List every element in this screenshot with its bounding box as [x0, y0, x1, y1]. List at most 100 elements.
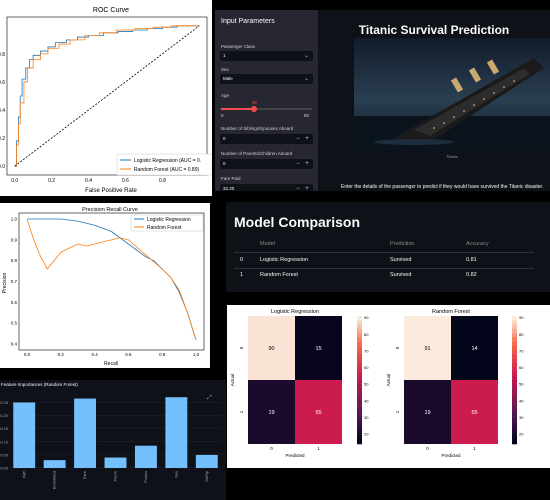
pr-ytick-label: 0.8	[11, 258, 18, 263]
roc-xtick-label: 0.0	[11, 178, 18, 184]
pr-plot-area	[18, 212, 205, 351]
fi-xtick-label: Pclass	[143, 471, 148, 483]
heatmap-cell-value: 19	[268, 410, 274, 416]
fi-toolbar-icon[interactable]: ⤢	[207, 394, 212, 401]
chevron-down-icon: ⌄	[303, 76, 309, 82]
pr-xtick-label: 0.8	[159, 352, 166, 357]
parch-decrement-button[interactable]: −	[294, 159, 302, 169]
age-slider[interactable]	[221, 106, 312, 112]
pr-xtick-label: 0.2	[58, 352, 65, 357]
colorbar-segment	[512, 435, 517, 441]
fi-xtick-label: Parch	[113, 471, 118, 481]
colorbar-tick-label: 30	[364, 415, 369, 420]
colorbar-tick-label: 70	[364, 348, 369, 353]
fare-increment-button[interactable]: +	[303, 184, 311, 191]
colorbar-tick-label: 90	[364, 315, 369, 320]
age-slider-fill	[221, 108, 254, 110]
heatmaps-panel: Logistic Regression 90 15 19 55 0 1 0 1 Predicted…	[227, 305, 550, 468]
heatmap-cell-value: 55	[471, 410, 477, 416]
table-row: 0 Logistic Regression Survived 0.81	[226, 253, 550, 268]
fi-bar	[43, 460, 66, 468]
pr-ytick-label: 0.6	[11, 300, 18, 305]
pr-xtick-label: 0.0	[24, 352, 31, 357]
colorbar-tick-label: 30	[519, 415, 524, 420]
parch-increment-button[interactable]: +	[303, 159, 311, 169]
sibsp-value: 0	[223, 136, 226, 141]
pr-xtick-label: 0.4	[91, 352, 98, 357]
age-slider-max: 80	[304, 113, 310, 118]
colorbar-tick-label: 80	[364, 332, 369, 337]
age-slider-min: 0	[221, 113, 224, 118]
pr-chart: Precision Recall Curve 0.0 0.2 0.4 0.6 0.8 1.…	[2, 207, 205, 367]
colorbar-segment	[357, 435, 362, 441]
colorbar-tick-label: 60	[364, 365, 369, 370]
fi-ytick-label: 0.20	[0, 413, 9, 418]
fi-bar	[195, 454, 218, 468]
colorbar-tick-label: 40	[364, 398, 369, 403]
fare-input[interactable]: 32.20 − +	[220, 184, 313, 191]
passenger-class-select[interactable]: 1 ⌄	[220, 51, 313, 61]
fi-bar	[74, 398, 97, 468]
colorbar-segment	[512, 341, 517, 347]
fi-ytick-label: 0.10	[0, 439, 9, 444]
parch-label: Number of Parents/Children Aboard	[221, 151, 293, 156]
roc-legend-rf: Random Forest (AUC = 0.89)	[134, 167, 199, 173]
feature-importance-chart: Feature Importances (Random Forest) ⤢ 0.…	[0, 382, 222, 489]
passenger-class-label: Passenger Class	[221, 44, 256, 49]
pr-xtick-label: 0.6	[125, 352, 132, 357]
pr-ytick-label: 0.4	[11, 342, 18, 347]
roc-chart-panel: ROC Curve 0.0 0.2 0.4 0.6 0.8 0.0 0.2 0.4 0.6 0.8…	[0, 0, 212, 196]
colorbar-segment	[357, 341, 362, 347]
colorbar-segment	[512, 320, 517, 325]
heatmap-xtick-label: 1	[317, 446, 320, 451]
colorbar-tick-label: 90	[519, 315, 524, 320]
parch-input[interactable]: 0 − +	[220, 159, 313, 169]
heatmap-ytick-label: 1	[239, 410, 244, 413]
sibsp-label: Number of Siblings/Spouses Aboard	[221, 126, 294, 131]
fi-xtick-label: Embarked	[52, 471, 57, 489]
heatmap-cell-value: 90	[268, 346, 274, 352]
fare-decrement-button[interactable]: −	[294, 184, 302, 191]
colorbar-tick-label: 50	[364, 382, 369, 387]
colorbar-segment	[357, 333, 362, 338]
colorbar-segment	[512, 316, 517, 321]
roc-xtick-label: 0.4	[85, 178, 92, 184]
colorbar-segment	[357, 380, 362, 385]
sibsp-increment-button[interactable]: +	[303, 134, 311, 144]
sex-select[interactable]: Male ⌄	[220, 74, 313, 84]
colorbar-segment	[512, 392, 517, 398]
fi-bar	[104, 457, 127, 468]
age-slider-thumb[interactable]	[250, 106, 257, 112]
heatmap-cell-value: 91	[424, 346, 430, 352]
sibsp-input[interactable]: 0 − +	[220, 134, 313, 144]
colorbar-segment	[512, 384, 517, 389]
fi-ytick-label: 0.25	[0, 400, 9, 405]
heatmap-ylabel: Actual	[230, 374, 235, 387]
colorbar-segment	[357, 320, 362, 325]
pr-line-lr	[27, 218, 197, 340]
heatmap-ylabel: Actual	[386, 374, 391, 387]
colorbar-segment	[512, 409, 517, 415]
sibsp-decrement-button[interactable]: −	[294, 134, 302, 144]
colorbar-segment	[357, 371, 362, 377]
fi-xtick-label: Age	[21, 470, 26, 478]
row-model: Logistic Regression	[260, 257, 308, 263]
colorbar-segment	[512, 362, 517, 368]
colorbar-segment	[357, 350, 362, 355]
comparison-title: Model Comparison	[234, 214, 361, 230]
pr-line-rf	[26, 218, 197, 340]
row-model: Random Forest	[260, 272, 298, 278]
sidebar: Input Parameters Passenger Class 1 ⌄ Sex…	[215, 10, 318, 191]
colorbar-segment	[357, 324, 362, 330]
chevron-down-icon: ⌄	[303, 53, 309, 59]
table-row: 1 Random Forest Survived 0.82	[226, 268, 550, 283]
colorbar-segment	[357, 367, 362, 372]
roc-xtick-label: 0.8	[159, 178, 166, 184]
comparison-header-row: Model Prediction Accuracy	[226, 237, 550, 252]
pr-ytick-label: 0.5	[11, 321, 18, 326]
heatmap-xtick-label: 0	[426, 446, 429, 451]
header-prediction: Prediction	[390, 241, 415, 247]
fi-ytick-label: 0.05	[0, 452, 9, 457]
pr-ytick-label: 0.9	[11, 237, 18, 242]
roc-ytick-label: 0.2	[0, 136, 5, 142]
